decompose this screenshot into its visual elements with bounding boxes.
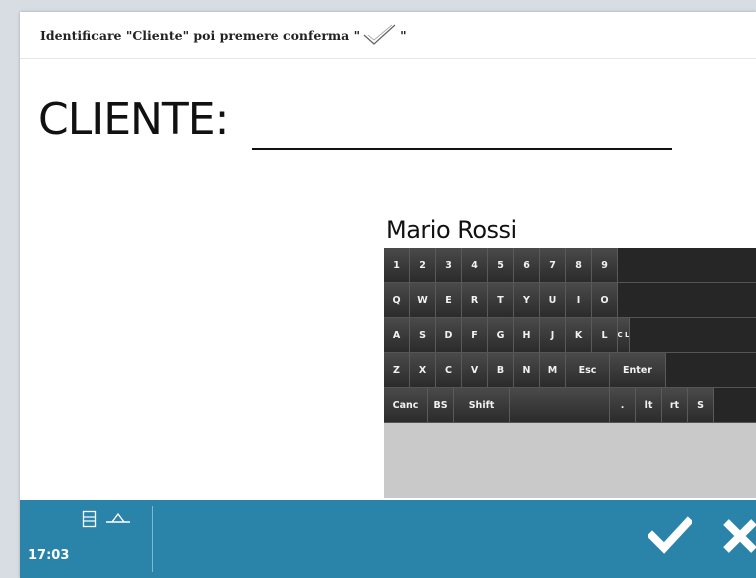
input-value[interactable]: Mario Rossi <box>386 216 517 244</box>
app-window: Identificare "Cliente" poi premere confe… <box>20 12 756 578</box>
instruction-text: Identificare "Cliente" poi premere confe… <box>40 23 407 47</box>
key-b[interactable]: B <box>488 353 514 387</box>
key-n[interactable]: N <box>514 353 540 387</box>
key-enter[interactable]: Enter <box>610 353 666 387</box>
key-c-l[interactable]: C L <box>618 318 630 352</box>
key-g[interactable]: G <box>488 318 514 352</box>
key-l[interactable]: L <box>592 318 618 352</box>
keyboard-row: 123456789 <box>384 248 756 283</box>
instruction-suffix: " <box>400 27 407 43</box>
key-s[interactable]: S <box>410 318 436 352</box>
key-6[interactable]: 6 <box>514 248 540 282</box>
key-u[interactable]: U <box>540 283 566 317</box>
key-h[interactable]: H <box>514 318 540 352</box>
key-bs[interactable]: BS <box>428 388 454 422</box>
key-s[interactable]: S <box>688 388 714 422</box>
field-label: CLIENTE: <box>38 94 229 145</box>
key-shift[interactable]: Shift <box>454 388 510 422</box>
keyboard-row: Z X C V B N M Esc Enter <box>384 353 756 388</box>
key-y[interactable]: Y <box>514 283 540 317</box>
signal-icon[interactable] <box>104 510 132 528</box>
keyboard-row: QWERTYUIO <box>384 283 756 318</box>
instruction-prefix: Identificare "Cliente" poi premere confe… <box>40 27 361 43</box>
check-outline-icon <box>363 24 396 45</box>
key-t[interactable]: T <box>488 283 514 317</box>
keyboard-row: ASDFGHJKLC L <box>384 318 756 353</box>
key-5[interactable]: 5 <box>488 248 514 282</box>
key-k[interactable]: K <box>566 318 592 352</box>
key-f[interactable]: F <box>462 318 488 352</box>
document-icon[interactable] <box>82 510 98 528</box>
key-3[interactable]: 3 <box>436 248 462 282</box>
key-o[interactable]: O <box>592 283 618 317</box>
taskbar-divider <box>152 506 153 572</box>
instruction-bar: Identificare "Cliente" poi premere confe… <box>20 12 756 59</box>
key-2[interactable]: 2 <box>410 248 436 282</box>
key-v[interactable]: V <box>462 353 488 387</box>
key-i[interactable]: I <box>566 283 592 317</box>
key-.[interactable]: . <box>610 388 636 422</box>
key-space[interactable] <box>510 388 610 422</box>
close-icon[interactable] <box>720 516 756 556</box>
key-d[interactable]: D <box>436 318 462 352</box>
field-input-line[interactable] <box>252 148 672 150</box>
taskbar: 17:03 <box>20 500 756 578</box>
key-z[interactable]: Z <box>384 353 410 387</box>
key-7[interactable]: 7 <box>540 248 566 282</box>
key-rt[interactable]: rt <box>662 388 688 422</box>
key-x[interactable]: X <box>410 353 436 387</box>
key-q[interactable]: Q <box>384 283 410 317</box>
key-9[interactable]: 9 <box>592 248 618 282</box>
taskbar-icons <box>82 510 132 528</box>
keyboard-rows: 123456789QWERTYUIOASDFGHJKLC L Z X C V B N M Esc… <box>384 248 756 423</box>
key-j[interactable]: J <box>540 318 566 352</box>
key-8[interactable]: 8 <box>566 248 592 282</box>
key-1[interactable]: 1 <box>384 248 410 282</box>
keyboard-row: Canc BS Shift. lt rt S <box>384 388 756 423</box>
key-a[interactable]: A <box>384 318 410 352</box>
key-canc[interactable]: Canc <box>384 388 428 422</box>
key-c[interactable]: C <box>436 353 462 387</box>
key-w[interactable]: W <box>410 283 436 317</box>
key-4[interactable]: 4 <box>462 248 488 282</box>
key-esc[interactable]: Esc <box>566 353 610 387</box>
check-icon[interactable] <box>648 514 692 554</box>
clock: 17:03 <box>28 548 70 563</box>
key-lt[interactable]: lt <box>636 388 662 422</box>
key-r[interactable]: R <box>462 283 488 317</box>
key-m[interactable]: M <box>540 353 566 387</box>
on-screen-keyboard: 123456789QWERTYUIOASDFGHJKLC L Z X C V B N M Esc… <box>384 248 756 498</box>
key-e[interactable]: E <box>436 283 462 317</box>
